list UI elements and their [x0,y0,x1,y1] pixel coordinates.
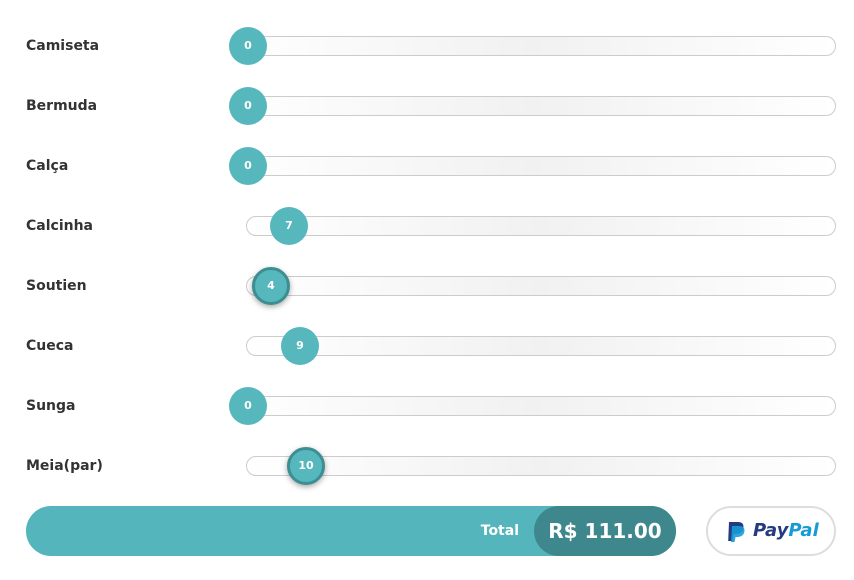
item-label-cueca: Cueca [26,338,74,354]
slider-row-sunga: Sunga 0 [0,386,854,426]
total-bar: Total R$ 111.00 [26,506,676,556]
slider-row-soutien: Soutien 4 [0,266,854,306]
slider-track-camiseta[interactable] [230,36,836,56]
slider-thumb-bermuda[interactable]: 0 [229,87,267,125]
slider-row-cueca: Cueca 9 [0,326,854,366]
item-label-bermuda: Bermuda [26,98,98,114]
item-label-calcinha: Calcinha [26,218,93,234]
slider-thumb-soutien[interactable]: 4 [252,267,290,305]
slider-track-calcinha[interactable] [246,216,836,236]
slider-track-sunga[interactable] [230,396,836,416]
item-label-calca: Calça [26,158,69,174]
item-label-camiseta: Camiseta [26,38,100,54]
total-amount: R$ 111.00 [534,506,676,556]
slider-track-soutien[interactable] [246,276,836,296]
slider-row-calcinha: Calcinha 7 [0,206,854,246]
item-label-sunga: Sunga [26,398,76,414]
slider-track-meia[interactable] [246,456,836,476]
paypal-wordmark-pal: Pal [788,520,819,541]
slider-thumb-sunga[interactable]: 0 [229,387,267,425]
item-label-meia: Meia(par) [26,458,103,474]
slider-row-camiseta: Camiseta 0 [0,26,854,66]
slider-thumb-camiseta[interactable]: 0 [229,27,267,65]
slider-row-calca: Calça 0 [0,146,854,186]
slider-track-bermuda[interactable] [230,96,836,116]
slider-thumb-cueca[interactable]: 9 [281,327,319,365]
slider-thumb-calcinha[interactable]: 7 [270,207,308,245]
paypal-button[interactable]: PayPal [706,506,836,556]
slider-thumb-meia[interactable]: 10 [287,447,325,485]
item-label-soutien: Soutien [26,278,87,294]
total-label: Total [480,523,519,539]
paypal-wordmark: PayPal [753,508,819,554]
paypal-icon [728,522,745,542]
slider-row-bermuda: Bermuda 0 [0,86,854,126]
slider-thumb-calca[interactable]: 0 [229,147,267,185]
slider-track-calca[interactable] [230,156,836,176]
paypal-wordmark-pay: Pay [753,520,789,541]
slider-row-meia: Meia(par) 10 [0,446,854,486]
slider-track-cueca[interactable] [246,336,836,356]
